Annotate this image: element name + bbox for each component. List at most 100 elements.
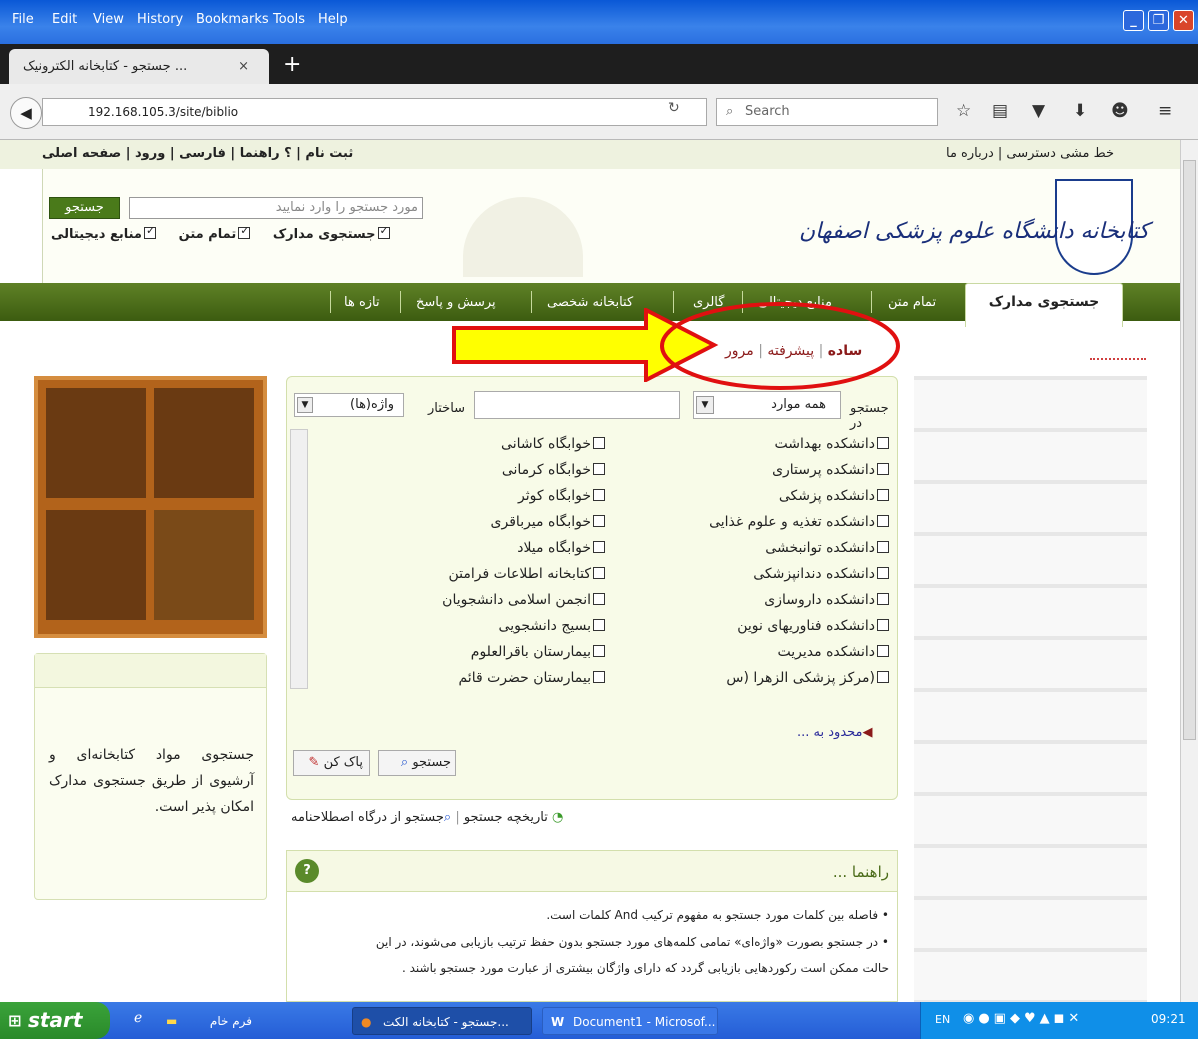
search-placeholder: Search [745, 104, 790, 119]
opt-fulltext[interactable]: تمام متن [179, 224, 251, 242]
url-bar[interactable]: 192.168.105.3/site/biblio [42, 98, 707, 126]
about-access-links[interactable]: خط مشی دسترسی | درباره ما [946, 146, 1114, 161]
search-form: جستجو در همه موارد ▼ ساختار واژه(ها) ▼ د… [286, 376, 898, 800]
menu-view[interactable]: View [93, 12, 124, 27]
help-header: ? راهنما ... [287, 851, 897, 892]
magnifier-icon: ⌕ [400, 755, 409, 770]
page-scrollbar[interactable] [1180, 140, 1198, 1002]
restore-button[interactable]: ❐ [1148, 10, 1169, 31]
tray-icons[interactable]: ◉●▣◆♥▲◼✕ [963, 1011, 1083, 1026]
header-links[interactable]: ثبت نام | ؟ راهنما | فارسی | ورود | صفحه… [42, 146, 353, 161]
list-item[interactable]: دانشکده فناوریهای نوین [667, 613, 889, 639]
list-item[interactable]: (مرکز پزشکی الزهرا (س [667, 665, 889, 691]
info-box: جستجوی مواد کتابخانه‌ای و آرشیوی از طریق… [34, 653, 267, 900]
shelf-books-3 [46, 510, 146, 620]
menu-edit[interactable]: Edit [52, 12, 77, 27]
menu-help[interactable]: Help [318, 12, 348, 27]
list-item[interactable]: دانشکده پرستاری [667, 457, 889, 483]
list-item[interactable]: دانشکده دندانپزشکی [667, 561, 889, 587]
list-item[interactable]: دانشکده داروسازی [667, 587, 889, 613]
annotation-red-circle [660, 302, 900, 390]
list-item[interactable]: دانشکده توانبخشی [667, 535, 889, 561]
help-line-1: • فاصله بین کلمات مورد جستجو به مفهوم تر… [546, 908, 889, 922]
list-item[interactable]: دانشکده پزشکی [667, 483, 889, 509]
info-text: جستجوی مواد کتابخانه‌ای و آرشیوی از طریق… [49, 747, 254, 815]
firefox-icon: ● [361, 1015, 372, 1029]
header-search-button[interactable]: جستجو [49, 197, 120, 219]
watermark-logo-icon [463, 197, 583, 277]
menu-bookmarks[interactable]: Bookmarks [196, 12, 269, 27]
close-window-button[interactable]: ✕ [1173, 10, 1194, 31]
menu-file[interactable]: File [12, 12, 34, 27]
taskbar-folder[interactable]: فرم خام ▬ [160, 1007, 260, 1035]
download-icon[interactable]: ⬇ [1073, 101, 1087, 121]
clear-button[interactable]: پاک کن ✎ [293, 750, 370, 776]
tab-document-search[interactable]: جستجوی مدارک [965, 283, 1123, 327]
new-tab-button[interactable]: + [283, 52, 301, 77]
minimize-button[interactable]: _ [1123, 10, 1144, 31]
clock: 09:21 [1151, 1012, 1186, 1026]
list-item[interactable]: خوابگاه کوثر [387, 483, 605, 509]
opt-documents[interactable]: جستجوی مدارک [273, 224, 390, 242]
bookmark-star-icon[interactable]: ☆ [956, 101, 971, 121]
system-tray: EN ◉●▣◆♥▲◼✕ 09:21 [920, 1002, 1198, 1039]
list-item[interactable]: خوابگاه میلاد [387, 535, 605, 561]
menu-tools[interactable]: Tools [273, 12, 305, 27]
language-indicator[interactable]: EN [935, 1013, 950, 1026]
web-page: خط مشی دسترسی | درباره ما ثبت نام | ؟ را… [0, 140, 1180, 1002]
list-item[interactable]: انجمن اسلامی دانشجویان [387, 587, 605, 613]
list-item[interactable]: خوابگاه کرمانی [387, 457, 605, 483]
menu-history[interactable]: History [137, 12, 183, 27]
top-links-strip: خط مشی دسترسی | درباره ما ثبت نام | ؟ را… [0, 140, 1180, 169]
menubar: File Edit View History Bookmarks Tools H… [0, 0, 1198, 44]
header-search-input[interactable]: مورد جستجو را وارد نمایید [129, 197, 423, 219]
list-item[interactable]: بیمارستان حضرت قائم [387, 665, 605, 691]
taskbar-word[interactable]: W Document1 - Microsof... [542, 1007, 718, 1035]
list-item[interactable]: دانشکده مدیریت [667, 639, 889, 665]
reading-list-icon[interactable]: ▤ [992, 101, 1008, 121]
back-arrow-icon: ◀ [20, 104, 32, 122]
search-term-input[interactable] [474, 391, 680, 419]
help-title: راهنما ... [832, 863, 889, 881]
reload-icon[interactable]: ↻ [668, 100, 680, 116]
browser-search-input[interactable]: ⌕ Search [716, 98, 938, 126]
chevron-down-icon: ▼ [696, 396, 714, 414]
list-item[interactable]: دانشکده بهداشت [667, 431, 889, 457]
bookshelf-image [34, 376, 267, 638]
back-button[interactable]: ◀ [10, 97, 42, 129]
search-submit-button[interactable]: جستجو ⌕ [378, 750, 456, 776]
dorm-list: خوابگاه کاشانی خوابگاه کرمانی خوابگاه کو… [387, 431, 605, 691]
search-in-select[interactable]: همه موارد ▼ [693, 391, 841, 419]
menu-hamburger-icon[interactable]: ≡ [1158, 101, 1172, 121]
browser-tab[interactable]: جستجو - کتابخانه الکترونیک ... × [9, 49, 269, 84]
eraser-icon: ✎ [308, 755, 320, 770]
library-title: کتابخانه دانشگاه علوم پزشکی اصفهان [799, 219, 1150, 244]
list-item[interactable]: کتابخانه اطلاعات فرامتن [387, 561, 605, 587]
windows-logo-icon: ⊞ [8, 1011, 22, 1030]
ie-icon[interactable]: ℯ [134, 1010, 142, 1026]
limit-to-link[interactable]: ◀محدود به ... [797, 725, 873, 740]
list-scrollbar[interactable] [290, 429, 308, 689]
start-button[interactable]: ⊞ start [0, 1002, 110, 1039]
history-link[interactable]: ◔ تاریخچه جستجو [464, 810, 564, 825]
folder-icon: ▬ [166, 1014, 178, 1028]
search-extras: ◔ تاریخچه جستجو | ⌕جستجو از درگاه اصطلاح… [291, 810, 564, 825]
list-item[interactable]: دانشکده تغذیه و علوم غذایی [667, 509, 889, 535]
list-item[interactable]: خوابگاه کاشانی [387, 431, 605, 457]
nav-news[interactable]: تازه ها [344, 295, 380, 310]
help-question-icon: ? [295, 859, 319, 883]
tab-close-icon[interactable]: × [238, 49, 249, 84]
search-in-label: جستجو در [850, 401, 889, 431]
list-item[interactable]: بسیج دانشجویی [387, 613, 605, 639]
tab-title: جستجو - کتابخانه الکترونیک ... [23, 59, 188, 74]
list-item[interactable]: خوابگاه میرباقری [387, 509, 605, 535]
help-panel: ? راهنما ... • فاصله بین کلمات مورد جستج… [286, 850, 898, 1002]
shelf-plant [154, 510, 254, 620]
smiley-icon[interactable]: ☻ [1111, 101, 1129, 121]
list-item[interactable]: بیمارستان باقرالعلوم [387, 639, 605, 665]
opt-digital[interactable]: منابع دیجیتالی [51, 224, 156, 242]
thesaurus-link[interactable]: ⌕جستجو از درگاه اصطلاحنامه [291, 810, 451, 825]
structure-select[interactable]: واژه(ها) ▼ [294, 393, 404, 417]
pocket-icon[interactable]: ▼ [1032, 101, 1045, 121]
taskbar-firefox[interactable]: ● جستجو - کتابخانه الکت... [352, 1007, 532, 1035]
